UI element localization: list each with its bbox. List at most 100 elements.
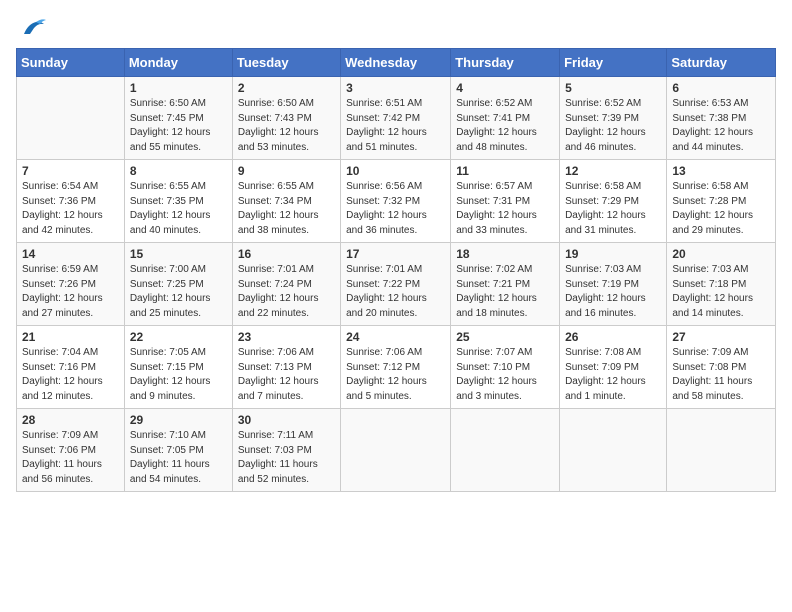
logo xyxy=(16,16,46,40)
day-info: Sunrise: 7:09 AMSunset: 7:08 PMDaylight:… xyxy=(672,346,770,404)
calendar-cell: 22Sunrise: 7:05 AMSunset: 7:15 PMDayligh… xyxy=(124,326,232,409)
day-info: Sunrise: 7:05 AMSunset: 7:15 PMDaylight:… xyxy=(130,346,227,404)
day-number: 25 xyxy=(456,330,554,344)
weekday-header-tuesday: Tuesday xyxy=(232,49,340,77)
day-number: 5 xyxy=(565,81,661,95)
day-number: 11 xyxy=(456,164,554,178)
calendar-week-3: 14 Sunrise: 6:59 AMSunset: 7:26 PMDayligh… xyxy=(17,243,776,326)
day-info: Sunrise: 7:02 AMSunset: 7:21 PMDaylight:… xyxy=(456,263,554,321)
day-info: Sunrise: 6:58 AMSunset: 7:29 PMDaylight:… xyxy=(565,180,661,238)
day-number: 20 xyxy=(672,247,770,261)
day-number: 8 xyxy=(130,164,227,178)
day-info: Sunrise: 7:00 AMSunset: 7:25 PMDaylight:… xyxy=(130,263,227,321)
day-number: 3 xyxy=(346,81,445,95)
weekday-header-friday: Friday xyxy=(560,49,667,77)
calendar-cell: 14 Sunrise: 6:59 AMSunset: 7:26 PMDayligh… xyxy=(17,243,125,326)
calendar-cell: 13Sunrise: 6:58 AMSunset: 7:28 PMDayligh… xyxy=(667,160,776,243)
day-number: 23 xyxy=(238,330,335,344)
day-info: Sunrise: 7:03 AMSunset: 7:19 PMDaylight:… xyxy=(565,263,661,321)
calendar-cell: 15 Sunrise: 7:00 AMSunset: 7:25 PMDayligh… xyxy=(124,243,232,326)
calendar-week-5: 28 Sunrise: 7:09 AMSunset: 7:06 PMDayligh… xyxy=(17,409,776,492)
day-info: Sunrise: 7:06 AMSunset: 7:12 PMDaylight:… xyxy=(346,346,445,404)
calendar-cell: 16 Sunrise: 7:01 AMSunset: 7:24 PMDayligh… xyxy=(232,243,340,326)
calendar-cell: 3 Sunrise: 6:51 AMSunset: 7:42 PMDaylight… xyxy=(341,77,451,160)
day-info: Sunrise: 7:08 AMSunset: 7:09 PMDaylight:… xyxy=(565,346,661,404)
calendar-cell xyxy=(17,77,125,160)
weekday-header-thursday: Thursday xyxy=(451,49,560,77)
day-info: Sunrise: 7:09 AMSunset: 7:06 PMDaylight:… xyxy=(22,429,119,487)
calendar-cell: 20Sunrise: 7:03 AMSunset: 7:18 PMDayligh… xyxy=(667,243,776,326)
calendar-cell: 9 Sunrise: 6:55 AMSunset: 7:34 PMDaylight… xyxy=(232,160,340,243)
calendar-cell: 28 Sunrise: 7:09 AMSunset: 7:06 PMDayligh… xyxy=(17,409,125,492)
calendar-cell: 4 Sunrise: 6:52 AMSunset: 7:41 PMDaylight… xyxy=(451,77,560,160)
day-info: Sunrise: 7:07 AMSunset: 7:10 PMDaylight:… xyxy=(456,346,554,404)
calendar-cell: 17 Sunrise: 7:01 AMSunset: 7:22 PMDayligh… xyxy=(341,243,451,326)
calendar-cell xyxy=(560,409,667,492)
day-info: Sunrise: 7:01 AMSunset: 7:22 PMDaylight:… xyxy=(346,263,445,321)
day-info: Sunrise: 7:11 AMSunset: 7:03 PMDaylight:… xyxy=(238,429,335,487)
weekday-header-sunday: Sunday xyxy=(17,49,125,77)
day-info: Sunrise: 6:51 AMSunset: 7:42 PMDaylight:… xyxy=(346,97,445,155)
header xyxy=(16,16,776,40)
day-number: 26 xyxy=(565,330,661,344)
day-number: 7 xyxy=(22,164,119,178)
calendar-cell: 21 Sunrise: 7:04 AMSunset: 7:16 PMDayligh… xyxy=(17,326,125,409)
calendar-cell: 11Sunrise: 6:57 AMSunset: 7:31 PMDayligh… xyxy=(451,160,560,243)
day-number: 6 xyxy=(672,81,770,95)
calendar-week-2: 7 Sunrise: 6:54 AMSunset: 7:36 PMDaylight… xyxy=(17,160,776,243)
day-info: Sunrise: 7:06 AMSunset: 7:13 PMDaylight:… xyxy=(238,346,335,404)
day-number: 17 xyxy=(346,247,445,261)
calendar-cell: 7 Sunrise: 6:54 AMSunset: 7:36 PMDaylight… xyxy=(17,160,125,243)
calendar-cell xyxy=(667,409,776,492)
calendar-cell xyxy=(341,409,451,492)
day-info: Sunrise: 6:55 AMSunset: 7:34 PMDaylight:… xyxy=(238,180,335,238)
day-number: 16 xyxy=(238,247,335,261)
day-number: 29 xyxy=(130,413,227,427)
calendar-cell: 30 Sunrise: 7:11 AMSunset: 7:03 PMDayligh… xyxy=(232,409,340,492)
calendar-cell xyxy=(451,409,560,492)
day-number: 28 xyxy=(22,413,119,427)
day-number: 2 xyxy=(238,81,335,95)
day-number: 21 xyxy=(22,330,119,344)
calendar-cell: 2 Sunrise: 6:50 AMSunset: 7:43 PMDaylight… xyxy=(232,77,340,160)
day-info: Sunrise: 7:01 AMSunset: 7:24 PMDaylight:… xyxy=(238,263,335,321)
day-number: 12 xyxy=(565,164,661,178)
calendar-body: 1Sunrise: 6:50 AMSunset: 7:45 PMDaylight… xyxy=(17,77,776,492)
day-number: 14 xyxy=(22,247,119,261)
day-number: 15 xyxy=(130,247,227,261)
calendar-cell: 8Sunrise: 6:55 AMSunset: 7:35 PMDaylight… xyxy=(124,160,232,243)
day-number: 10 xyxy=(346,164,445,178)
weekday-header-wednesday: Wednesday xyxy=(341,49,451,77)
day-info: Sunrise: 6:56 AMSunset: 7:32 PMDaylight:… xyxy=(346,180,445,238)
day-number: 13 xyxy=(672,164,770,178)
day-info: Sunrise: 6:53 AMSunset: 7:38 PMDaylight:… xyxy=(672,97,770,155)
day-number: 18 xyxy=(456,247,554,261)
day-info: Sunrise: 6:59 AMSunset: 7:26 PMDaylight:… xyxy=(22,263,119,321)
calendar-cell: 27 Sunrise: 7:09 AMSunset: 7:08 PMDayligh… xyxy=(667,326,776,409)
day-info: Sunrise: 7:04 AMSunset: 7:16 PMDaylight:… xyxy=(22,346,119,404)
day-number: 24 xyxy=(346,330,445,344)
weekday-header-saturday: Saturday xyxy=(667,49,776,77)
day-info: Sunrise: 6:52 AMSunset: 7:41 PMDaylight:… xyxy=(456,97,554,155)
calendar-table: SundayMondayTuesdayWednesdayThursdayFrid… xyxy=(16,48,776,492)
calendar-cell: 1Sunrise: 6:50 AMSunset: 7:45 PMDaylight… xyxy=(124,77,232,160)
logo-bird-icon xyxy=(18,16,46,40)
calendar-cell: 25 Sunrise: 7:07 AMSunset: 7:10 PMDayligh… xyxy=(451,326,560,409)
calendar-cell: 26 Sunrise: 7:08 AMSunset: 7:09 PMDayligh… xyxy=(560,326,667,409)
calendar-cell: 6 Sunrise: 6:53 AMSunset: 7:38 PMDaylight… xyxy=(667,77,776,160)
day-number: 9 xyxy=(238,164,335,178)
day-number: 27 xyxy=(672,330,770,344)
calendar-cell: 18 Sunrise: 7:02 AMSunset: 7:21 PMDayligh… xyxy=(451,243,560,326)
day-info: Sunrise: 7:10 AMSunset: 7:05 PMDaylight:… xyxy=(130,429,227,487)
calendar-week-1: 1Sunrise: 6:50 AMSunset: 7:45 PMDaylight… xyxy=(17,77,776,160)
calendar-cell: 24 Sunrise: 7:06 AMSunset: 7:12 PMDayligh… xyxy=(341,326,451,409)
day-number: 1 xyxy=(130,81,227,95)
calendar-cell: 19Sunrise: 7:03 AMSunset: 7:19 PMDayligh… xyxy=(560,243,667,326)
weekday-header-monday: Monday xyxy=(124,49,232,77)
day-info: Sunrise: 6:54 AMSunset: 7:36 PMDaylight:… xyxy=(22,180,119,238)
day-info: Sunrise: 6:50 AMSunset: 7:43 PMDaylight:… xyxy=(238,97,335,155)
day-number: 4 xyxy=(456,81,554,95)
day-number: 30 xyxy=(238,413,335,427)
calendar-cell: 23 Sunrise: 7:06 AMSunset: 7:13 PMDayligh… xyxy=(232,326,340,409)
calendar-cell: 12 Sunrise: 6:58 AMSunset: 7:29 PMDayligh… xyxy=(560,160,667,243)
